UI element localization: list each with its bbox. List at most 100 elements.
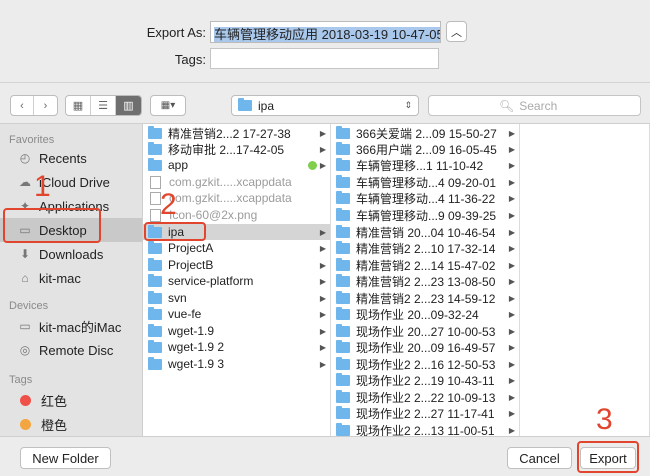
list-item[interactable]: 精准营销2 2...23 14-59-12 ▶ <box>331 290 519 306</box>
list-item[interactable]: wget-1.9 ▶ <box>143 323 330 339</box>
list-item[interactable]: 366用户端 2...09 16-05-45 ▶ <box>331 141 519 157</box>
nav-buttons: ‹ › <box>10 95 58 116</box>
list-item[interactable]: 现场作业 20...09 16-49-57 ▶ <box>331 339 519 355</box>
sidebar-item-remote-disc[interactable]: ◎ Remote Disc <box>0 338 142 362</box>
chevron-right-icon: ▶ <box>508 293 515 303</box>
list-item[interactable]: 精准营销2...2 17-27-38 ▶ <box>143 125 330 141</box>
file-column-ipa[interactable]: 366关爱端 2...09 15-50-27 ▶ 366用户端 2...09 16… <box>331 124 520 436</box>
export-as-label: Export As: <box>146 25 206 40</box>
list-item[interactable]: 现场作业 20...09-32-24 ▶ <box>331 306 519 322</box>
list-item[interactable]: svn ▶ <box>143 290 330 306</box>
sidebar-item-label: Remote Disc <box>39 342 114 358</box>
collapse-panel-button[interactable]: ︿ <box>446 21 467 42</box>
sidebar-item-label: kit-mac的iMac <box>39 319 122 335</box>
tags-input[interactable] <box>210 48 439 69</box>
folder-icon <box>336 125 350 139</box>
red-tag-dot-icon <box>20 394 31 406</box>
list-item[interactable]: 现场作业2 2...16 12-50-53 ▶ <box>331 356 519 372</box>
folder-icon <box>336 339 350 353</box>
toolbar: ‹ › ▦ ☰ ▥ ▦▾ ipa ⇕ 🔍︎ Search <box>0 82 650 124</box>
list-item[interactable]: 车辆管理移...1 11-10-42 ▶ <box>331 157 519 173</box>
sidebar-item-kit-mac[interactable]: ⌂ kit-mac <box>0 266 142 290</box>
list-item[interactable]: 现场作业 20...27 10-00-53 ▶ <box>331 323 519 339</box>
group-by-button[interactable]: ▦▾ <box>150 95 186 116</box>
list-item-label: wget-1.9 2 <box>168 340 225 354</box>
chevron-right-icon: ▶ <box>508 128 515 138</box>
sidebar-item-tag-red[interactable]: 红色 <box>0 388 142 412</box>
chevron-right-icon: ▶ <box>508 309 515 319</box>
list-item-label: 精准营销2 2...14 15-47-02 <box>356 258 496 273</box>
sidebar-item-icloud-drive[interactable]: ☁ iCloud Drive <box>0 170 142 194</box>
group-icon: ▦▾ <box>160 100 176 111</box>
list-item-label: 车辆管理移...1 11-10-42 <box>356 158 484 173</box>
list-item-label: ProjectB <box>168 258 214 272</box>
annotation-number-1: 1 <box>34 170 51 203</box>
chevron-right-icon: ▶ <box>508 243 515 253</box>
list-item[interactable]: 现场作业2 2...22 10-09-13 ▶ <box>331 389 519 405</box>
sidebar-item-recents[interactable]: ◴ Recents <box>0 146 142 170</box>
folder-icon <box>336 323 350 337</box>
icon-view-button[interactable]: ▦ <box>66 96 91 115</box>
annotation-number-2: 2 <box>160 188 177 221</box>
list-item-label: 车辆管理移动...9 09-39-25 <box>356 208 497 223</box>
list-item[interactable]: 精准营销2 2...23 13-08-50 ▶ <box>331 273 519 289</box>
annotation-number-3: 3 <box>596 403 613 436</box>
sidebar-item-label: Recents <box>39 150 87 166</box>
list-item[interactable]: app ▶ <box>143 157 330 173</box>
location-value: ipa <box>258 98 275 113</box>
list-item[interactable]: vue-fe ▶ <box>143 306 330 322</box>
list-item[interactable]: 现场作业2 2...13 11-00-51 ▶ <box>331 422 519 436</box>
list-item-label: 现场作业2 2...13 11-00-51 <box>356 423 495 437</box>
list-item[interactable]: 现场作业2 2...27 11-17-41 ▶ <box>331 405 519 421</box>
chevron-right-icon: ▶ <box>319 309 326 319</box>
list-item[interactable]: 车辆管理移动...4 11-36-22 ▶ <box>331 190 519 206</box>
list-item-label: 现场作业2 2...27 11-17-41 <box>356 406 495 421</box>
grid-icon: ▦ <box>72 100 84 112</box>
new-folder-button[interactable]: New Folder <box>20 447 111 469</box>
chevron-right-icon: ▶ <box>319 144 326 154</box>
folder-icon <box>336 389 350 403</box>
chevron-right-icon: ▶ <box>508 408 515 418</box>
sidebar-item-imac[interactable]: ▭ kit-mac的iMac <box>0 314 142 338</box>
file-column-empty[interactable] <box>520 124 650 436</box>
columns-icon: ▥ <box>123 100 134 112</box>
list-item-label: 现场作业 20...27 10-00-53 <box>356 324 496 339</box>
list-item[interactable]: 车辆管理移动...9 09-39-25 ▶ <box>331 207 519 223</box>
chevron-right-icon: ▶ <box>508 392 515 402</box>
list-item-label: ProjectA <box>168 241 214 255</box>
list-item[interactable]: 精准营销 20...04 10-46-54 ▶ <box>331 224 519 240</box>
forward-button[interactable]: › <box>34 96 57 115</box>
folder-icon <box>336 405 350 419</box>
list-item[interactable]: ProjectB ▶ <box>143 257 330 273</box>
list-item[interactable]: service-platform ▶ <box>143 273 330 289</box>
cancel-button[interactable]: Cancel <box>507 447 572 469</box>
list-item[interactable]: 精准营销2 2...14 15-47-02 ▶ <box>331 257 519 273</box>
sidebar-item-downloads[interactable]: ⬇ Downloads <box>0 242 142 266</box>
chevron-right-icon: ▶ <box>319 260 326 270</box>
sidebar-item-tag-orange[interactable]: 橙色 <box>0 412 142 436</box>
column-view-button[interactable]: ▥ <box>116 96 141 115</box>
list-item[interactable]: ProjectA ▶ <box>143 240 330 256</box>
list-view-button[interactable]: ☰ <box>91 96 116 115</box>
location-select[interactable]: ipa ⇕ <box>231 95 419 116</box>
export-as-input[interactable]: 车辆管理移动应用 2018-03-19 10-47-05 <box>210 21 441 43</box>
chevron-right-icon: ▶ <box>508 227 515 237</box>
list-item[interactable]: wget-1.9 3 ▶ <box>143 356 330 372</box>
list-item[interactable]: wget-1.9 2 ▶ <box>143 339 330 355</box>
chevron-right-icon: ▶ <box>319 359 326 369</box>
list-item[interactable]: 车辆管理移动...4 09-20-01 ▶ <box>331 174 519 190</box>
chevron-right-icon: ▶ <box>319 227 326 237</box>
list-item[interactable]: 精准营销2 2...10 17-32-14 ▶ <box>331 240 519 256</box>
list-item-label: 现场作业2 2...19 10-43-11 <box>356 373 495 388</box>
file-column-desktop[interactable]: 精准营销2...2 17-27-38 ▶ 移动审批 2...17-42-05 ▶ a… <box>143 124 331 436</box>
list-item-label: Icon-60@2x.png <box>169 208 258 222</box>
list-item-label: 精准营销2...2 17-27-38 <box>168 126 291 141</box>
search-input[interactable]: 🔍︎ Search <box>428 95 641 116</box>
folder-icon <box>336 372 350 386</box>
list-item[interactable]: 366关爱端 2...09 15-50-27 ▶ <box>331 125 519 141</box>
list-item[interactable]: 现场作业2 2...19 10-43-11 ▶ <box>331 372 519 388</box>
list-item-label: com.gzkit.....xcappdata <box>169 175 292 189</box>
back-button[interactable]: ‹ <box>11 96 34 115</box>
chevron-right-icon: ▶ <box>319 326 326 336</box>
list-item[interactable]: 移动审批 2...17-42-05 ▶ <box>143 141 330 157</box>
